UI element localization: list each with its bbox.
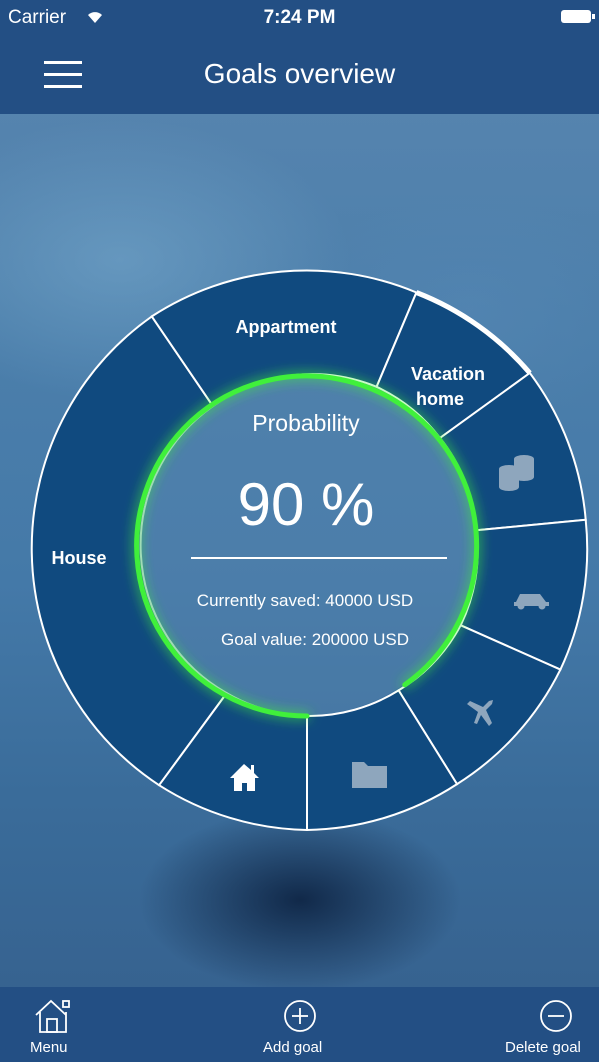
probability-label: Probability [252,410,360,436]
add-goal-tab-label: Add goal [263,1039,323,1056]
delete-goal-tab[interactable]: Delete goal [500,987,599,1062]
bottom-tab-bar: Menu Add goal Delete goal [0,987,599,1062]
delete-goal-tab-label: Delete goal [505,1039,581,1056]
currently-saved-text: Currently saved: 40000 USD [196,591,414,610]
goals-overview-screen: Carrier 7:24 PM Goals overview Appartmen… [0,0,599,1062]
segment-label-house: House [51,548,106,568]
plus-circle-icon [284,1000,316,1032]
segment-label-vacation-line2: home [416,389,464,409]
segment-label-appartment: Appartment [235,317,336,337]
goal-value-text: Goal value: 200000 USD [220,630,410,649]
minus-circle-icon [540,1000,572,1032]
probability-value: 90 % [237,471,375,538]
home-outline-icon [35,999,70,1033]
summary-divider [191,557,447,559]
menu-tab-label: Menu [30,1039,68,1056]
segment-label-vacation-line1: Vacation [411,364,485,384]
add-goal-tab[interactable]: Add goal [255,987,345,1062]
menu-tab[interactable]: Menu [20,987,90,1062]
